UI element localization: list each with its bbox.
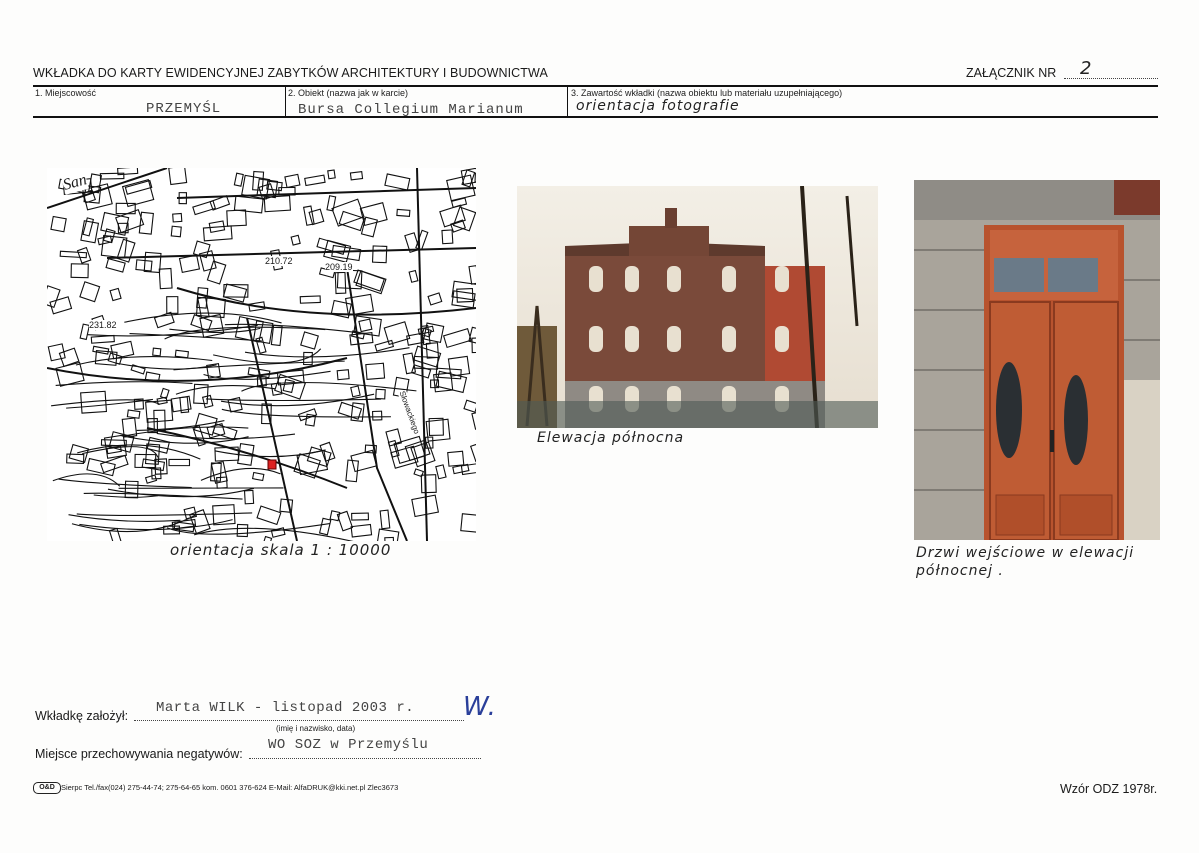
name-hint: (imię i nazwisko, data)	[276, 724, 356, 733]
annex-label: ZAŁĄCZNIK NR	[966, 66, 1057, 80]
locality-value: PRZEMYŚL	[146, 101, 222, 117]
printer-logo: O&D	[33, 782, 61, 794]
orientation-map: San 210.72 209.19 231.82 Słowackiego	[47, 168, 476, 541]
printer-info: Sierpc Tel./fax(024) 275-44-74; 275-64-6…	[61, 783, 399, 792]
map-label-elev-2: 209.19	[325, 262, 353, 272]
document-title: WKŁADKA DO KARTY EWIDENCYJNEJ ZABYTKÓW A…	[33, 66, 548, 80]
template-code: Wzór ODZ 1978r.	[1060, 782, 1158, 796]
door-photo	[914, 180, 1160, 540]
door-photo-caption-line1: Drzwi wejściowe w elewacji	[916, 545, 1135, 561]
locality-label: 1. Miejscowość	[35, 88, 97, 98]
building-photo	[517, 186, 878, 428]
content-value: orientacja fotografie	[576, 98, 740, 114]
signature-initials: W.	[463, 692, 497, 722]
created-by-value: Marta WILK - listopad 2003 r.	[156, 700, 415, 716]
door-photo-caption-line2: północnej .	[916, 563, 1004, 579]
building-photo-caption: Elewacja północna	[537, 430, 685, 446]
annex-number: 2	[1080, 58, 1093, 79]
created-by-label: Wkładkę założył:	[35, 709, 129, 723]
map-label-elev-1: 210.72	[265, 256, 293, 266]
object-value: Bursa Collegium Marianum	[298, 102, 524, 118]
map-caption: orientacja skala 1 : 10000	[170, 541, 392, 559]
negatives-label: Miejsce przechowywania negatywów:	[35, 747, 243, 761]
object-label: 2. Obiekt (nazwa jak w karcie)	[288, 88, 409, 98]
content-label: 3. Zawartość wkładki (nazwa obiektu lub …	[571, 88, 843, 98]
map-label-elev-3: 231.82	[89, 320, 117, 330]
negatives-value: WO SOZ w Przemyślu	[268, 737, 429, 753]
